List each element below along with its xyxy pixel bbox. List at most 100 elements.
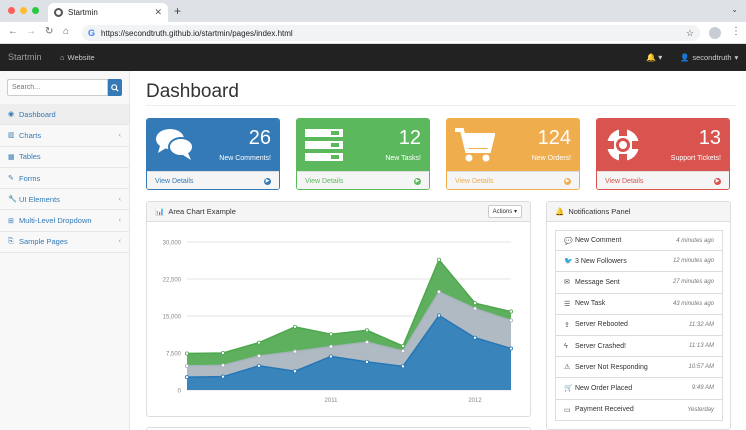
alerts-dropdown[interactable]: 🔔 ▾ (646, 53, 662, 62)
data-point[interactable] (292, 369, 297, 374)
view-details-label: View Details (605, 177, 644, 185)
notification-item[interactable]: ▭ Payment Received Yesterday (555, 399, 723, 421)
close-window-button[interactable] (8, 7, 15, 14)
data-point[interactable] (257, 363, 262, 368)
sidebar-item-multi-level-dropdown[interactable]: ⊞ Multi-Level Dropdown ‹ (0, 210, 129, 232)
maximize-window-button[interactable] (32, 7, 39, 14)
notification-label: 3 New Followers (575, 257, 627, 265)
reload-icon[interactable]: ↻ (45, 26, 53, 37)
tab-search-icon[interactable]: ⌄ (731, 5, 738, 14)
data-point[interactable] (364, 340, 369, 345)
data-point[interactable] (328, 344, 333, 349)
notification-label: Server Not Responding (575, 363, 648, 371)
notification-label: New Task (575, 300, 606, 308)
notification-item[interactable]: ⇪ Server Rebooted 11:32 AM (555, 314, 723, 336)
title-divider (146, 105, 736, 106)
profile-avatar[interactable] (709, 27, 721, 39)
data-point[interactable] (185, 363, 190, 368)
stat-card-support-tickets: 13 Support Tickets! View Details ▶ (596, 118, 730, 190)
data-point[interactable] (472, 301, 477, 306)
x-tick-label: 2011 (325, 398, 339, 404)
view-details-link[interactable]: View Details ▶ (447, 171, 579, 189)
data-point[interactable] (400, 344, 405, 349)
sidebar-item-label: Sample Pages (19, 237, 68, 247)
notification-time: Yesterday (687, 406, 714, 413)
data-point[interactable] (292, 349, 297, 354)
view-details-label: View Details (305, 177, 344, 185)
actions-dropdown-button[interactable]: Actions ▾ (487, 205, 522, 218)
view-details-link[interactable]: View Details ▶ (597, 171, 729, 189)
sidebar-item-forms[interactable]: ✎ Forms (0, 168, 129, 190)
search-button[interactable] (108, 79, 122, 96)
notifications-panel: 🔔 Notifications Panel 💬 New Comment 4 minu… (546, 201, 731, 430)
notification-item[interactable]: ✉ Message Sent 27 minutes ago (555, 272, 723, 294)
sidebar-item-sample-pages[interactable]: ⎘ Sample Pages ‹ (0, 232, 129, 254)
notification-item[interactable]: 🛒 New Order Placed 9:49 AM (555, 378, 723, 400)
website-link[interactable]: ⌂ Website (60, 53, 95, 62)
browser-tab[interactable]: Startmin ✕ (48, 3, 168, 22)
sidebar-item-charts[interactable]: ▥ Charts ‹ (0, 125, 129, 147)
data-point[interactable] (292, 324, 297, 329)
data-point[interactable] (508, 309, 513, 314)
data-point[interactable] (364, 359, 369, 364)
data-point[interactable] (508, 346, 513, 351)
data-point[interactable] (472, 306, 477, 311)
sidebar-item-ui-elements[interactable]: 🔧 UI Elements ‹ (0, 189, 129, 211)
notification-time: 43 minutes ago (672, 300, 714, 307)
search-icon (111, 83, 119, 92)
data-point[interactable] (221, 363, 226, 368)
chevron-left-icon: ‹ (118, 195, 121, 203)
bookmark-star-icon[interactable]: ☆ (686, 28, 694, 39)
data-point[interactable] (508, 318, 513, 323)
url-text: https://secondtruth.github.io/startmin/p… (101, 28, 293, 38)
notification-item[interactable]: 🐦 3 New Followers 12 minutes ago (555, 251, 723, 273)
tab-title: Startmin (68, 8, 98, 17)
data-point[interactable] (364, 328, 369, 333)
envelope-icon: ✉ (564, 279, 570, 287)
chevron-left-icon: ‹ (118, 217, 121, 225)
data-point[interactable] (185, 375, 190, 380)
data-point[interactable] (257, 353, 262, 358)
data-point[interactable] (436, 313, 441, 318)
notification-item[interactable]: ⚠ Server Not Responding 10:57 AM (555, 357, 723, 379)
user-dropdown[interactable]: 👤 secondtruth ▾ (680, 53, 738, 62)
sidebar-item-tables[interactable]: ▦ Tables (0, 147, 129, 168)
forward-icon[interactable]: → (26, 26, 36, 37)
notifications-title: Notifications Panel (568, 207, 631, 216)
data-point[interactable] (436, 257, 441, 262)
chevron-left-icon: ‹ (118, 238, 121, 246)
back-icon[interactable]: ← (8, 26, 18, 37)
stat-label: New Orders! (531, 155, 571, 162)
browser-menu-icon[interactable]: ⋮ (731, 26, 741, 37)
data-point[interactable] (400, 364, 405, 369)
wrench-icon: 🔧 (8, 196, 17, 204)
data-point[interactable] (400, 349, 405, 354)
minimize-window-button[interactable] (20, 7, 27, 14)
data-point[interactable] (436, 289, 441, 294)
new-tab-button[interactable]: + (174, 4, 181, 18)
search-input[interactable] (7, 79, 108, 96)
notification-item[interactable]: 💬 New Comment 4 minutes ago (555, 230, 723, 252)
notification-item[interactable]: ☰ New Task 43 minutes ago (555, 293, 723, 315)
brand-link[interactable]: Startmin (8, 52, 42, 62)
view-details-link[interactable]: View Details ▶ (147, 171, 279, 189)
data-point[interactable] (185, 351, 190, 356)
arrow-circle-right-icon: ▶ (714, 177, 721, 185)
tasks-icon: ☰ (564, 300, 571, 308)
url-field[interactable]: G https://secondtruth.github.io/startmin… (82, 25, 700, 41)
home-icon[interactable]: ⌂ (63, 26, 69, 37)
close-tab-icon[interactable]: ✕ (154, 7, 162, 18)
sidebar-item-label: UI Elements (19, 194, 60, 204)
github-icon (54, 8, 63, 17)
data-point[interactable] (472, 335, 477, 340)
view-details-link[interactable]: View Details ▶ (297, 171, 429, 189)
data-point[interactable] (328, 332, 333, 337)
data-point[interactable] (221, 374, 226, 379)
stat-label: New Comments! (219, 155, 271, 162)
sidebar-item-dashboard[interactable]: ◉ Dashboard (0, 104, 129, 126)
data-point[interactable] (221, 350, 226, 355)
data-point[interactable] (328, 354, 333, 359)
data-point[interactable] (257, 340, 262, 345)
notification-item[interactable]: ϟ Server Crashed! 11:13 AM (555, 335, 723, 358)
stat-card-header: 12 New Tasks! (297, 119, 429, 171)
